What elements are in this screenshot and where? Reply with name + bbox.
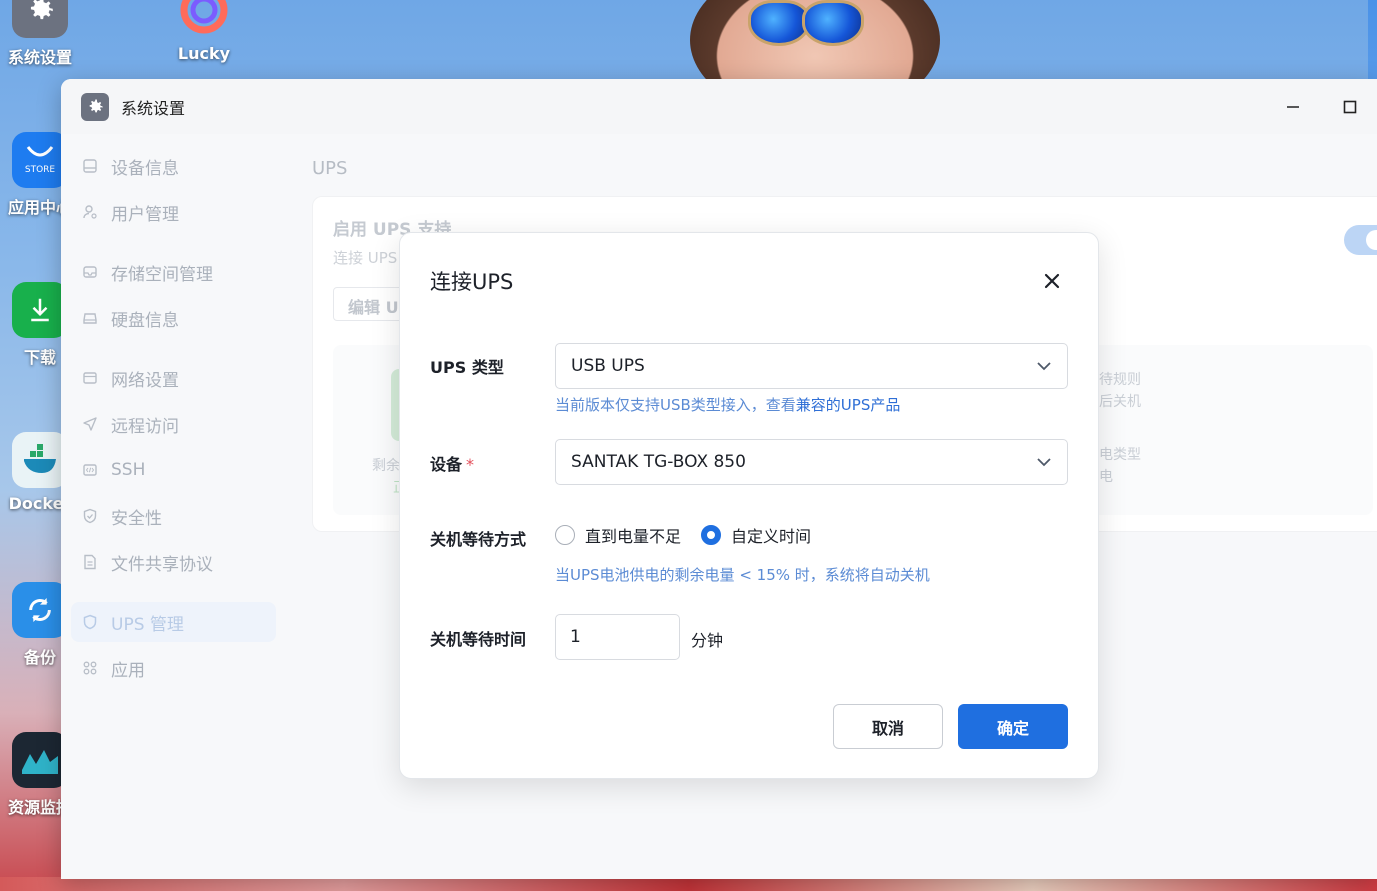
sidebar-item-label: 用户管理 xyxy=(111,204,179,225)
remaining-label: 剩余 xyxy=(372,458,400,474)
wait-mode-hint: 当UPS电池供电的剩余电量 < 15% 时，系统将自动关机 xyxy=(555,566,930,584)
ups-type-value: USB UPS xyxy=(571,356,645,376)
sidebar-item-device-info[interactable]: 设备信息 xyxy=(71,146,276,186)
connect-ups-dialog: 连接UPS UPS 类型 USB UPS 当前版本仅支持USB类型接入，查看兼容… xyxy=(399,232,1099,779)
disk-icon xyxy=(81,309,99,327)
sidebar-item-label: 安全性 xyxy=(111,508,162,529)
shield-check-icon xyxy=(81,507,99,525)
wallpaper-sunglasses-left xyxy=(748,0,810,46)
window-title: 系统设置 xyxy=(121,98,186,118)
sidebar-item-user-management[interactable]: 用户管理 xyxy=(71,192,276,232)
monitor-icon xyxy=(12,732,68,788)
network-icon xyxy=(81,369,99,387)
required-marker: * xyxy=(466,455,475,474)
page-title: UPS xyxy=(312,158,348,179)
gear-icon xyxy=(12,0,68,38)
minimize-button[interactable] xyxy=(1281,95,1305,119)
sidebar-item-label: 应用 xyxy=(111,660,145,681)
backup-icon xyxy=(12,582,68,638)
dialog-title: 连接UPS xyxy=(430,270,514,294)
wait-mode-label: 关机等待方式 xyxy=(430,530,527,549)
wait-time-input[interactable]: 1 xyxy=(555,614,680,660)
wait-time-unit: 分钟 xyxy=(691,631,724,650)
window-titlebar[interactable]: 系统设置 xyxy=(61,79,1377,134)
minimize-icon xyxy=(1287,106,1299,108)
power-type-fragment-1: 电类型 xyxy=(1099,447,1141,463)
device-select[interactable]: SANTAK TG-BOX 850 xyxy=(555,439,1068,485)
ups-enable-toggle[interactable] xyxy=(1344,225,1377,255)
ups-type-hint: 当前版本仅支持USB类型接入，查看兼容的UPS产品 xyxy=(555,394,900,415)
desktop-icon-lucky[interactable]: Lucky xyxy=(164,0,244,63)
compatible-ups-link[interactable]: 兼容的UPS产品 xyxy=(796,396,901,414)
sidebar-item-storage[interactable]: 存储空间管理 xyxy=(71,252,276,292)
sidebar-item-label: 网络设置 xyxy=(111,370,179,391)
device-icon xyxy=(81,157,99,175)
radio-label: 自定义时间 xyxy=(731,527,812,546)
user-icon xyxy=(81,203,99,221)
radio-circle xyxy=(555,525,575,545)
device-value: SANTAK TG-BOX 850 xyxy=(571,452,746,472)
rule-fragment-1: 待规则 xyxy=(1099,372,1141,388)
sidebar-item-ssh[interactable]: SSH xyxy=(71,450,276,490)
desktop-icon-system-settings[interactable]: 系统设置 xyxy=(0,0,80,68)
sidebar-item-disk-info[interactable]: 硬盘信息 xyxy=(71,298,276,338)
sidebar-item-label: 远程访问 xyxy=(111,416,179,437)
wallpaper-bottom xyxy=(0,877,1377,891)
radio-custom-time[interactable]: 自定义时间 xyxy=(701,523,811,547)
confirm-button[interactable]: 确定 xyxy=(958,704,1068,749)
ups-type-label-text: UPS 类型 xyxy=(430,358,504,377)
sidebar-item-network[interactable]: 网络设置 xyxy=(71,358,276,398)
sidebar-item-apps[interactable]: 应用 xyxy=(71,648,276,688)
sidebar-item-security[interactable]: 安全性 xyxy=(71,496,276,536)
chevron-down-icon xyxy=(1037,362,1051,371)
sidebar-item-label: 存储空间管理 xyxy=(111,264,213,285)
sidebar-item-label: 设备信息 xyxy=(111,158,179,179)
sidebar-item-file-sharing[interactable]: 文件共享协议 xyxy=(71,542,276,582)
wallpaper-sunglasses-right xyxy=(802,0,864,46)
ups-type-hint-text: 当前版本仅支持USB类型接入，查看 xyxy=(555,396,796,414)
rule-fragment-2: 后关机 xyxy=(1099,394,1141,410)
ssh-icon xyxy=(81,461,99,479)
ups-type-label: UPS 类型 xyxy=(430,354,504,378)
remote-icon xyxy=(81,415,99,433)
file-share-icon xyxy=(81,553,99,571)
sidebar-item-label: 文件共享协议 xyxy=(111,554,213,575)
radio-label: 直到电量不足 xyxy=(585,527,682,546)
radio-circle-checked xyxy=(701,525,722,545)
close-icon xyxy=(1044,273,1060,289)
wait-time-value: 1 xyxy=(570,627,581,647)
desktop-icon-label: Lucky xyxy=(177,44,231,63)
sidebar-item-label: UPS 管理 xyxy=(111,614,184,635)
radio-until-low-battery[interactable]: 直到电量不足 xyxy=(555,523,681,547)
power-type-fragment-2: 电 xyxy=(1099,469,1113,485)
store-badge: STORE xyxy=(24,165,56,175)
device-label-text: 设备 xyxy=(430,455,463,474)
store-icon: STORE xyxy=(12,132,68,188)
apps-icon xyxy=(81,659,99,677)
settings-sidebar: 设备信息 用户管理 存储空间管理 硬盘信息 网络设置 远程访问 SSH 安全性 xyxy=(61,134,286,879)
sidebar-item-ups-management[interactable]: UPS 管理 xyxy=(71,602,276,642)
sidebar-item-label: 硬盘信息 xyxy=(111,310,179,331)
cancel-button[interactable]: 取消 xyxy=(833,704,943,749)
device-label: 设备 * xyxy=(430,451,474,475)
lucky-icon xyxy=(176,0,232,38)
docker-icon xyxy=(12,432,68,488)
gear-icon xyxy=(81,92,109,121)
ups-card-subtitle: 连接 UPS xyxy=(333,249,398,267)
wait-time-label: 关机等待时间 xyxy=(430,630,527,649)
download-icon xyxy=(12,282,68,338)
storage-icon xyxy=(81,263,99,281)
maximize-icon xyxy=(1343,100,1357,114)
sidebar-item-remote-access[interactable]: 远程访问 xyxy=(71,404,276,444)
ups-shield-icon xyxy=(81,613,99,631)
maximize-button[interactable] xyxy=(1338,95,1362,119)
desktop-icon-label: 系统设置 xyxy=(7,48,72,67)
wait-mode-radio-group: 直到电量不足 自定义时间 xyxy=(555,523,831,547)
ups-type-select[interactable]: USB UPS xyxy=(555,343,1068,389)
close-button[interactable] xyxy=(1040,269,1064,293)
chevron-down-icon xyxy=(1037,458,1051,467)
sidebar-item-label: SSH xyxy=(111,460,146,480)
